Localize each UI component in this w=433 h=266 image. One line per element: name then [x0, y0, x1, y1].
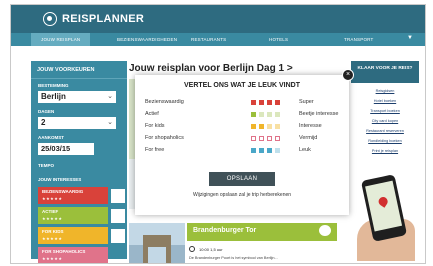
bestemming-label: BESTEMMING — [38, 83, 69, 88]
kids-icon — [111, 229, 125, 243]
dagen-select[interactable]: 2 ⌄ — [38, 117, 116, 129]
rating-square[interactable] — [259, 148, 264, 153]
rating-square[interactable] — [275, 136, 280, 141]
rating-square[interactable] — [259, 124, 264, 129]
speech-bubble-icon — [319, 225, 331, 236]
preference-label: For shopaholics — [145, 135, 184, 141]
link-rondleiding[interactable]: Rondleiding boeken — [351, 139, 419, 143]
attraction-title: Brandenburger Tor — [193, 227, 257, 234]
category-label: BEZIENSWAARDIG — [42, 189, 84, 194]
tab-jouw-reisplan[interactable]: JOUW REISPLAN — [31, 33, 91, 46]
tempo-label: TEMPO — [38, 163, 55, 168]
tab-hotels[interactable]: HOTELS — [269, 33, 288, 46]
aankomst-date-field[interactable]: 25/03/15 — [38, 143, 94, 155]
tab-transport[interactable]: TRANSPORT — [344, 33, 373, 46]
rating-square[interactable] — [259, 112, 264, 117]
preference-label: Actief — [145, 111, 159, 117]
rating-square[interactable] — [267, 148, 272, 153]
rating-square[interactable] — [251, 100, 256, 105]
brand-title[interactable]: REISPLANNER — [62, 13, 144, 25]
category-stars: ★★★★★ — [42, 216, 63, 221]
main-nav: JOUW REISPLAN BEZIENSWAARDIGHEDEN RESTAU… — [11, 33, 425, 46]
app-frame: REISPLANNER JOUW REISPLAN BEZIENSWAARDIG… — [10, 4, 426, 264]
divider — [31, 78, 127, 79]
tab-restaurants[interactable]: RESTAURANTS — [191, 33, 226, 46]
ready-title: KLAAR VOOR JE REIS? — [351, 61, 419, 83]
link-print-reisplan[interactable]: Print je reisplan — [351, 149, 419, 153]
brandenburger-tor-photo — [129, 223, 185, 263]
preferences-sidebar: JOUW VOORKEUREN BESTEMMING Berlijn ⌄ DAG… — [31, 61, 127, 263]
rating-square[interactable] — [275, 148, 280, 153]
recalculate-note: Wijzigingen opslaan zal je trip herberek… — [192, 192, 292, 198]
close-icon[interactable]: × — [342, 69, 354, 81]
phone-screen — [365, 180, 403, 232]
activity-icon — [111, 209, 125, 223]
rating-square[interactable] — [251, 124, 256, 129]
rating-square[interactable] — [275, 100, 280, 105]
attraction-card-header[interactable]: Brandenburger Tor — [187, 223, 337, 241]
category-actief[interactable]: ACTIEF ★★★★★ — [38, 207, 108, 224]
header: REISPLANNER — [11, 5, 425, 33]
dagen-label: DAGEN — [38, 109, 55, 114]
preference-value: Super — [299, 99, 314, 105]
category-label: FOR SHOPAHOLICS — [42, 249, 86, 254]
category-stars: ★★★★★ — [42, 236, 63, 241]
dagen-value: 2 — [41, 118, 46, 127]
aankomst-label: AANKOMST — [38, 135, 64, 140]
category-label: FOR KIDS — [42, 229, 64, 234]
aankomst-value: 25/03/15 — [41, 144, 71, 153]
rating-square[interactable] — [259, 100, 264, 105]
chevron-down-icon: ⌄ — [107, 93, 113, 100]
page-title: Jouw reisplan voor Berlijn Dag 1 > — [129, 63, 293, 74]
link-reisgidsen[interactable]: Reisgidsen — [351, 89, 419, 93]
attraction-description: De Brandenburger Poort is het symbool va… — [189, 256, 278, 260]
rating-square[interactable] — [267, 136, 272, 141]
link-hotel-boeken[interactable]: Hotel boeken — [351, 99, 419, 103]
preference-value: Interesse — [299, 123, 322, 129]
link-restaurant-reserveren[interactable]: Restaurant reserveren — [351, 129, 419, 133]
rating-square[interactable] — [275, 112, 280, 117]
link-transport-boeken[interactable]: Transport boeken — [351, 109, 419, 113]
rating-square[interactable] — [275, 124, 280, 129]
chevron-down-icon[interactable]: ▼ — [407, 35, 414, 42]
bestemming-select[interactable]: Berlijn ⌄ — [38, 91, 116, 103]
chevron-down-icon: ⌄ — [107, 119, 113, 126]
category-bezienswaardig[interactable]: BEZIENSWAARDIG ★★★★★ — [38, 187, 108, 204]
interesses-label: JOUW INTERESSES — [38, 177, 82, 182]
bestemming-value: Berlijn — [41, 92, 66, 101]
preference-value: Vermijd — [299, 135, 318, 141]
rating-square[interactable] — [251, 136, 256, 141]
preference-label: For free — [145, 147, 165, 153]
preference-label: For kids — [145, 123, 165, 129]
category-label: ACTIEF — [42, 209, 59, 214]
category-for-shopaholics[interactable]: FOR SHOPAHOLICS ★★★★★ — [38, 247, 108, 263]
sidebar-title: JOUW VOORKEUREN — [37, 67, 95, 73]
category-stars: ★★★★★ — [42, 256, 63, 261]
tab-bezienswaardigheden[interactable]: BEZIENSWAARDIGHEDEN — [117, 33, 177, 46]
rating-square[interactable] — [267, 124, 272, 129]
link-city-card[interactable]: City card kopen — [351, 119, 419, 123]
globe-logo-icon — [43, 12, 57, 26]
clock-icon — [189, 246, 195, 252]
modal-title: VERTEL ONS WAT JE LEUK VINDT — [183, 82, 301, 89]
gate-shape — [143, 235, 171, 263]
category-for-kids[interactable]: FOR KIDS ★★★★★ — [38, 227, 108, 244]
rating-square[interactable] — [267, 112, 272, 117]
landmark-icon — [111, 189, 125, 203]
rating-square[interactable] — [267, 100, 272, 105]
preferences-modal: × VERTEL ONS WAT JE LEUK VINDT Bezienswa… — [135, 69, 354, 215]
map-pin-icon — [376, 195, 390, 208]
preference-value: Beetje interesse — [299, 111, 339, 117]
rating-square[interactable] — [259, 136, 264, 141]
rating-square[interactable] — [251, 148, 256, 153]
preference-label: Bezienswaardig — [145, 99, 184, 105]
category-stars: ★★★★★ — [42, 196, 63, 201]
preference-value: Leuk — [299, 147, 311, 153]
save-button[interactable]: OPSLAAN — [209, 172, 275, 186]
rating-square[interactable] — [251, 112, 256, 117]
attraction-time: 10:00 1,5 uur — [199, 247, 223, 252]
